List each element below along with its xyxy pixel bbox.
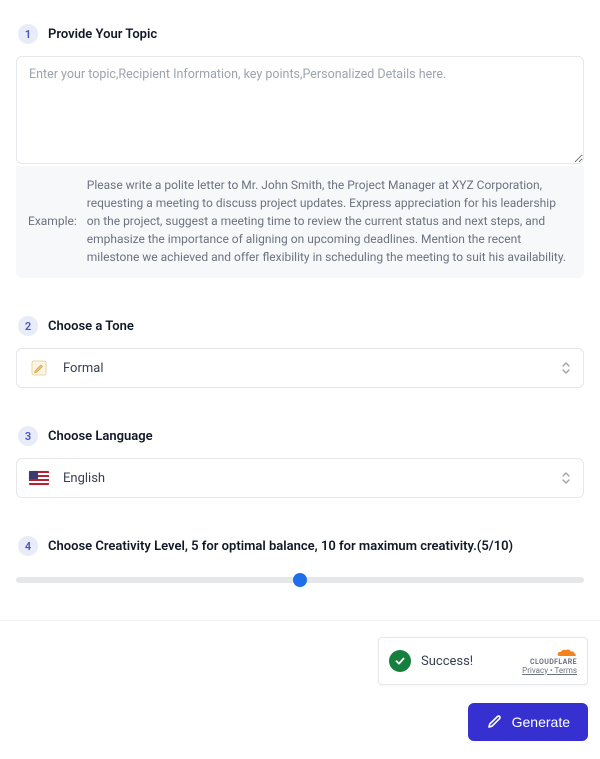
step-1-badge: 1: [18, 24, 38, 44]
cloudflare-wordmark: CLOUDFLARE: [530, 658, 577, 666]
success-check-icon: [389, 650, 411, 672]
step-4-title: Choose Creativity Level, 5 for optimal b…: [48, 539, 513, 554]
chevron-updown-icon: [561, 471, 571, 485]
generate-button-label: Generate: [512, 714, 570, 730]
step-4-badge: 4: [18, 536, 38, 556]
flag-us-icon: [29, 468, 49, 488]
example-label: Example:: [28, 214, 77, 228]
step-3-badge: 3: [18, 426, 38, 446]
pencil-icon: [29, 358, 49, 378]
language-select[interactable]: English: [16, 458, 584, 498]
captcha-widget: Success! CLOUDFLARE Privacy • Terms: [378, 637, 588, 685]
example-text: Please write a polite letter to Mr. John…: [87, 176, 572, 266]
step-1-title: Provide Your Topic: [48, 27, 157, 42]
language-value: English: [63, 471, 561, 486]
tone-value: Formal: [63, 361, 561, 376]
step-2-badge: 2: [18, 316, 38, 336]
generate-button[interactable]: Generate: [468, 703, 588, 741]
tone-select[interactable]: Formal: [16, 348, 584, 388]
cloudflare-logo-icon: [557, 648, 577, 658]
step-3-title: Choose Language: [48, 429, 153, 444]
topic-input[interactable]: [16, 56, 584, 164]
captcha-status: Success!: [421, 654, 512, 669]
captcha-terms-link[interactable]: Terms: [555, 666, 577, 675]
step-2-title: Choose a Tone: [48, 319, 134, 334]
creativity-slider[interactable]: [16, 568, 584, 592]
cloudflare-branding: CLOUDFLARE Privacy • Terms: [522, 648, 577, 675]
example-box: Example: Please write a polite letter to…: [16, 166, 584, 278]
chevron-updown-icon: [561, 361, 571, 375]
edit-icon: [486, 714, 502, 730]
slider-thumb[interactable]: [293, 573, 307, 587]
captcha-privacy-link[interactable]: Privacy: [522, 666, 548, 675]
